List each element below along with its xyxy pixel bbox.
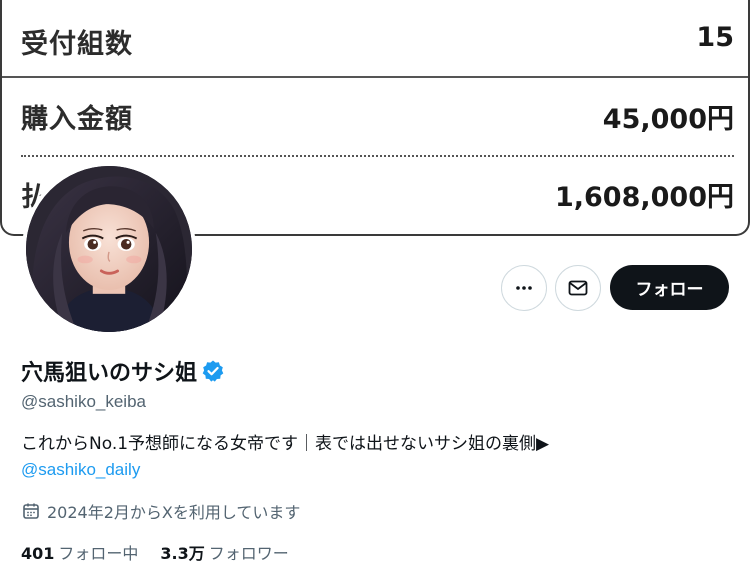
following-link[interactable]: 401 フォロー中 bbox=[21, 540, 138, 564]
banner-row-label: 購入金額 bbox=[21, 104, 133, 135]
banner-row-purchase: 購入金額 45,000円 bbox=[2, 97, 748, 137]
followers-label: フォロワー bbox=[208, 544, 289, 563]
joined-text: 2024年2月からXを利用しています bbox=[47, 503, 301, 522]
avatar[interactable] bbox=[22, 162, 196, 336]
profile-bio: これからNo.1予想師になる女帝です｜表では出せないサシ姐の裏側▶ @sashi… bbox=[21, 431, 721, 483]
followers-count: 3.3万 bbox=[160, 544, 205, 563]
avatar-portrait bbox=[26, 166, 192, 332]
mail-icon bbox=[568, 280, 588, 296]
bio-mention-link[interactable]: @sashiko_daily bbox=[21, 457, 721, 483]
banner-row-value: 15 bbox=[696, 22, 734, 53]
banner-row-count: 受付組数 15 bbox=[2, 22, 748, 62]
follow-button[interactable]: フォロー bbox=[610, 265, 729, 310]
following-label: フォロー中 bbox=[58, 544, 139, 563]
calendar-icon bbox=[23, 503, 39, 519]
banner-divider bbox=[2, 76, 748, 78]
bio-text: これからNo.1予想師になる女帝です｜表では出せないサシ姐の裏側▶ bbox=[21, 434, 550, 454]
followers-link[interactable]: 3.3万 フォロワー bbox=[160, 540, 288, 564]
profile-handle: @sashiko_keiba bbox=[21, 392, 146, 411]
profile-name-row: 穴馬狙いのサシ姐 bbox=[21, 355, 225, 387]
banner-row-label: 受付組数 bbox=[21, 29, 133, 60]
verified-badge-icon[interactable] bbox=[201, 359, 225, 383]
following-count: 401 bbox=[21, 544, 55, 563]
banner-row-value: 1,608,000円 bbox=[554, 182, 734, 213]
message-button[interactable] bbox=[555, 265, 601, 311]
banner-dotted-divider bbox=[21, 155, 734, 157]
banner-row-value: 45,000円 bbox=[602, 104, 734, 135]
display-name: 穴馬狙いのサシ姐 bbox=[21, 361, 198, 386]
more-icon bbox=[516, 286, 532, 290]
joined-date: 2024年2月からXを利用しています bbox=[21, 499, 300, 523]
more-button[interactable] bbox=[501, 265, 547, 311]
follow-stats: 401 フォロー中 3.3万 フォロワー bbox=[21, 540, 289, 564]
